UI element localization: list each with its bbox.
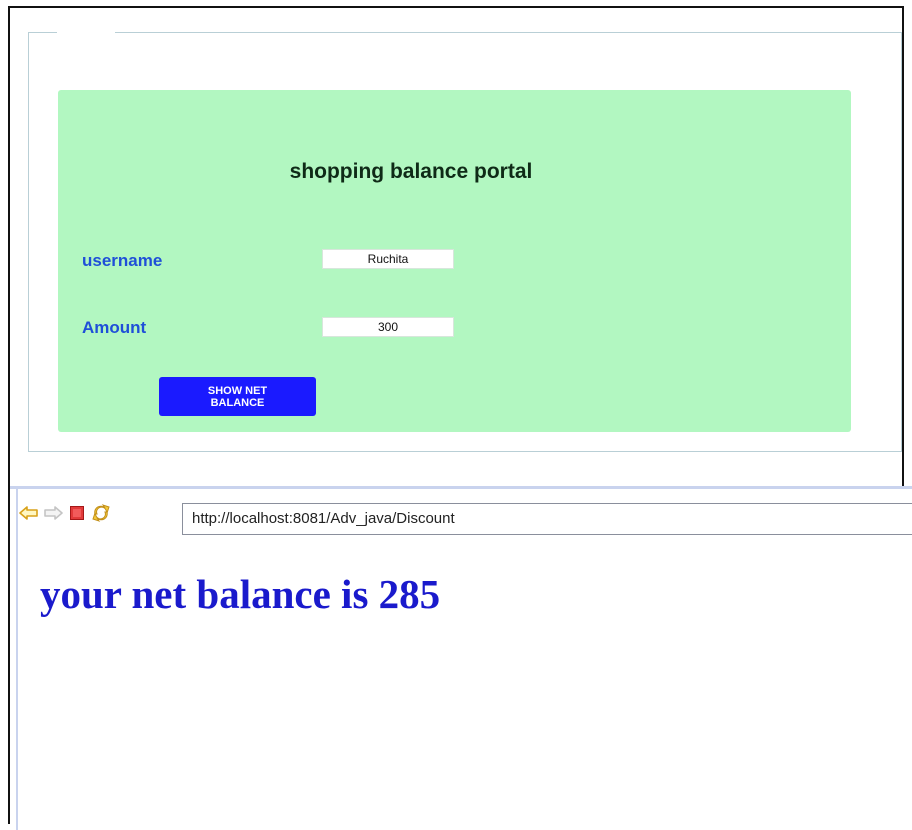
address-bar[interactable]: http://localhost:8081/Adv_java/Discount: [182, 503, 912, 535]
amount-input[interactable]: [322, 317, 454, 337]
amount-label: Amount: [82, 318, 147, 337]
panel-notch: [57, 31, 115, 35]
stop-icon[interactable]: [66, 502, 88, 524]
browser-view: [16, 489, 912, 830]
show-net-balance-button[interactable]: SHOW NET BALANCE: [159, 377, 316, 416]
forward-arrow-icon[interactable]: [42, 502, 64, 524]
browser-toolbar: [18, 498, 114, 528]
username-input[interactable]: [322, 249, 454, 269]
form-card: shopping balance portal username Amount …: [58, 90, 851, 432]
page-title: shopping balance portal: [289, 160, 533, 183]
net-balance-message: your net balance is 285: [40, 571, 441, 617]
username-label: username: [82, 251, 163, 270]
back-arrow-icon[interactable]: [18, 502, 40, 524]
refresh-icon[interactable]: [90, 502, 112, 524]
